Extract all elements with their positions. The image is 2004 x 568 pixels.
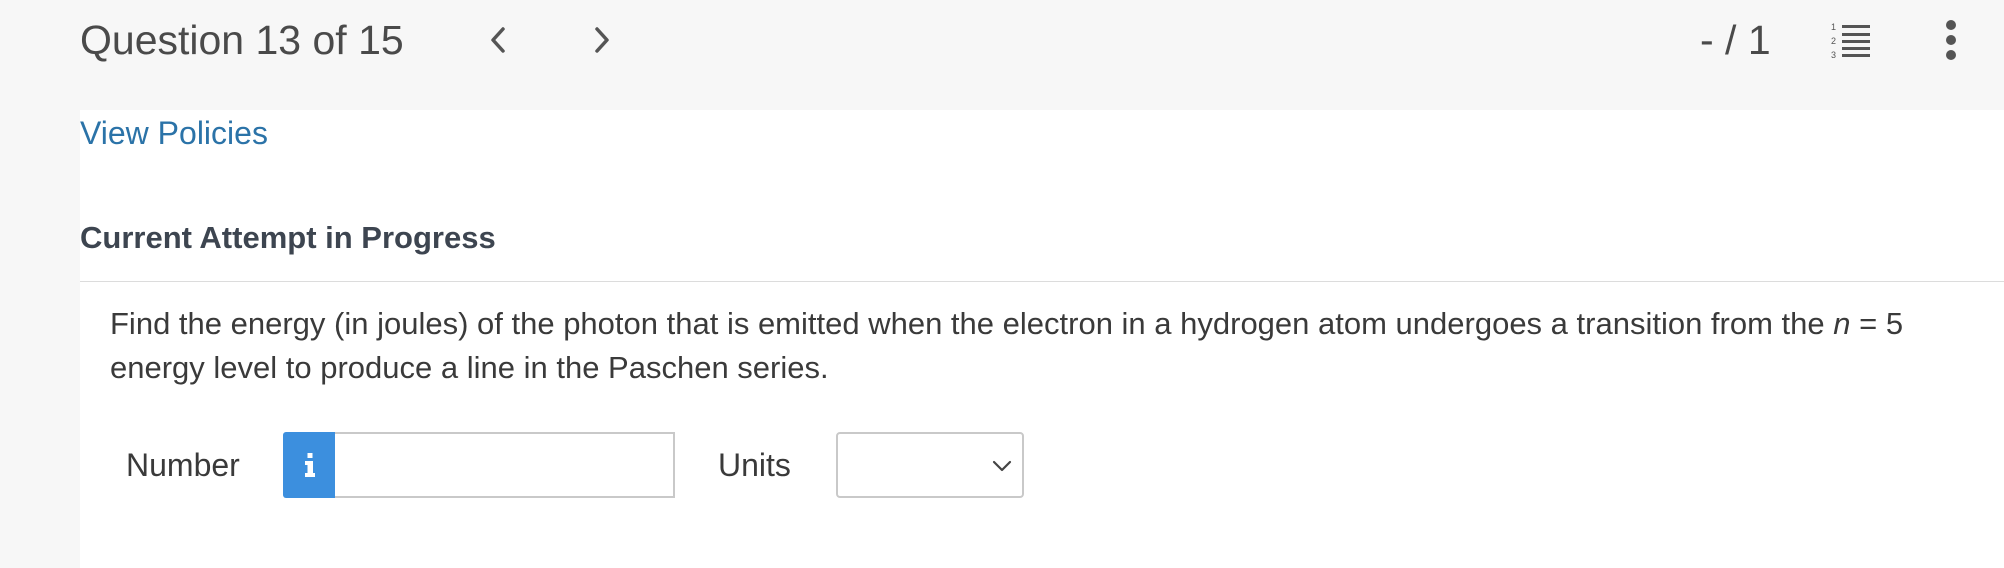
svg-text:2: 2 xyxy=(1831,36,1836,46)
question-counter: Question 13 of 15 xyxy=(80,17,404,63)
info-button[interactable] xyxy=(283,432,336,498)
chevron-down-icon xyxy=(992,460,1012,472)
question-header: Question 13 of 15 - / 1 1 2 3 xyxy=(0,0,2004,110)
chevron-right-icon xyxy=(595,27,609,53)
question-text: Find the energy (in joules) of the photo… xyxy=(110,302,1990,390)
question-list-button[interactable]: 1 2 3 xyxy=(1830,20,1878,60)
info-icon xyxy=(304,453,315,477)
more-options-button[interactable] xyxy=(1936,18,1966,64)
numbered-list-icon: 1 2 3 xyxy=(1831,22,1870,60)
question-text-before: Find the energy (in joules) of the photo… xyxy=(110,306,1834,341)
next-question-button[interactable] xyxy=(582,18,622,62)
vertical-ellipsis-icon xyxy=(1946,20,1956,60)
score-display: - / 1 xyxy=(1700,17,1771,63)
svg-text:3: 3 xyxy=(1831,50,1836,60)
view-policies-link[interactable]: View Policies xyxy=(80,110,268,156)
number-input[interactable] xyxy=(335,432,675,498)
section-divider xyxy=(80,281,2004,282)
units-label: Units xyxy=(718,447,791,483)
number-label: Number xyxy=(126,447,240,483)
previous-question-button[interactable] xyxy=(478,18,518,62)
svg-text:1: 1 xyxy=(1831,22,1836,32)
question-variable: n xyxy=(1833,306,1851,341)
attempt-heading: Current Attempt in Progress xyxy=(80,220,496,255)
units-dropdown[interactable] xyxy=(836,432,1024,498)
chevron-left-icon xyxy=(491,27,505,53)
